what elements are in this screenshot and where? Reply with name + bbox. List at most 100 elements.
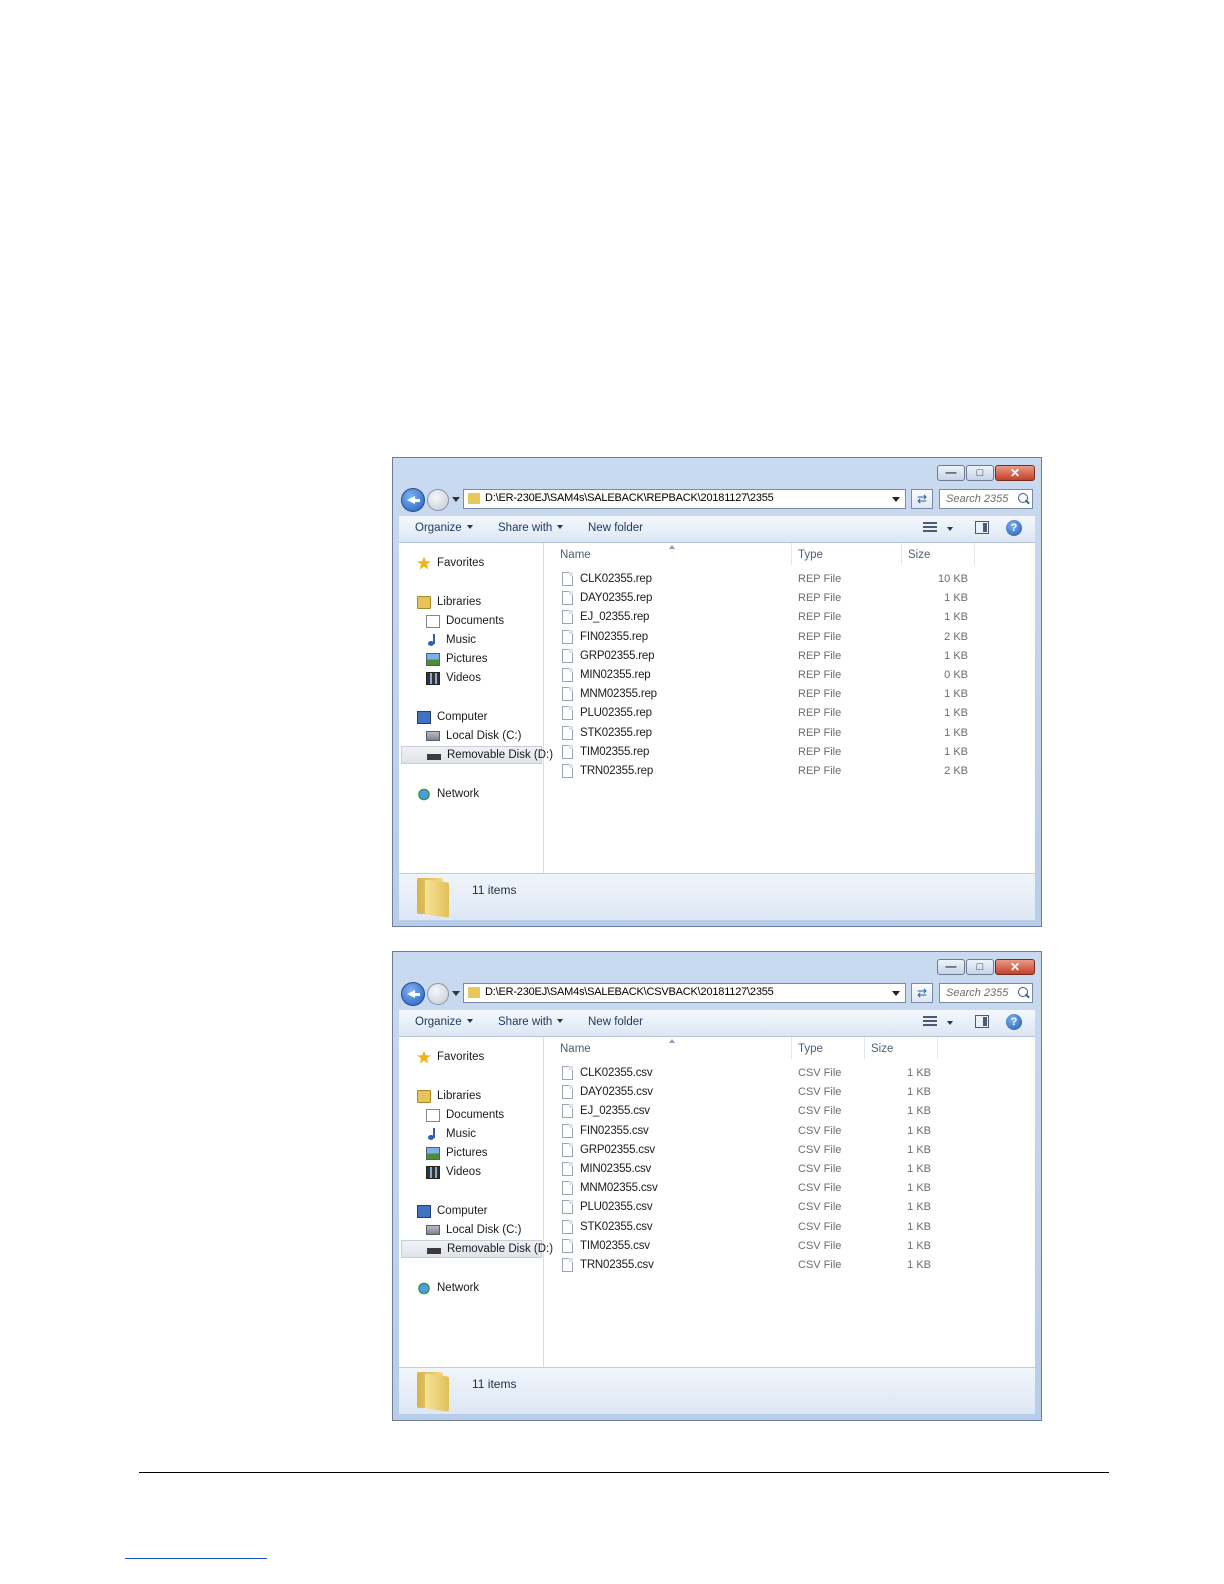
file-row[interactable]: FIN02355.rep REP File 2 KB bbox=[544, 628, 1035, 647]
change-view-icon[interactable] bbox=[923, 1016, 937, 1028]
file-icon bbox=[562, 668, 573, 682]
new-folder-button[interactable]: New folder bbox=[588, 1016, 643, 1028]
nav-computer[interactable]: Computer bbox=[417, 708, 488, 726]
address-bar[interactable]: D:\ER-230EJ\SAM4s\SALEBACK\REPBACK\20181… bbox=[463, 489, 906, 509]
file-row[interactable]: PLU02355.csv CSV File 1 KB bbox=[544, 1198, 1035, 1217]
column-divider[interactable] bbox=[937, 1037, 938, 1059]
nav-videos[interactable]: Videos bbox=[426, 669, 481, 687]
file-row[interactable]: EJ_02355.rep REP File 1 KB bbox=[544, 608, 1035, 627]
file-row[interactable]: CLK02355.csv CSV File 1 KB bbox=[544, 1064, 1035, 1083]
column-header-type[interactable]: Type bbox=[798, 1043, 823, 1055]
file-icon bbox=[562, 648, 573, 663]
details-pane: 11 items bbox=[399, 1368, 1035, 1414]
forward-button[interactable] bbox=[427, 489, 449, 511]
minimize-button[interactable]: — bbox=[937, 959, 965, 975]
nav-computer[interactable]: Computer bbox=[417, 1202, 488, 1220]
preview-pane-icon[interactable] bbox=[975, 1015, 989, 1028]
search-box[interactable]: Search 2355 bbox=[939, 489, 1033, 509]
file-row[interactable]: GRP02355.rep REP File 1 KB bbox=[544, 647, 1035, 666]
help-icon[interactable]: ? bbox=[1006, 520, 1022, 536]
share-with-label: Share with bbox=[498, 1016, 553, 1028]
file-row[interactable]: MIN02355.rep REP File 0 KB bbox=[544, 666, 1035, 685]
nav-favorites[interactable]: Favorites bbox=[417, 1048, 484, 1066]
nav-libraries[interactable]: Libraries bbox=[417, 593, 481, 611]
file-row[interactable]: PLU02355.rep REP File 1 KB bbox=[544, 704, 1035, 723]
recent-pages-dropdown-icon[interactable] bbox=[452, 497, 460, 502]
maximize-button[interactable]: □ bbox=[966, 959, 994, 975]
nav-libraries[interactable]: Libraries bbox=[417, 1087, 481, 1105]
file-row[interactable]: TIM02355.rep REP File 1 KB bbox=[544, 743, 1035, 762]
column-header-type[interactable]: Type bbox=[798, 549, 823, 561]
share-with-button[interactable]: Share with bbox=[498, 522, 564, 534]
view-dropdown-icon[interactable] bbox=[947, 1021, 953, 1025]
file-row[interactable]: STK02355.csv CSV File 1 KB bbox=[544, 1218, 1035, 1237]
recent-pages-dropdown-icon[interactable] bbox=[452, 991, 460, 996]
address-dropdown-icon[interactable] bbox=[892, 991, 900, 996]
nav-local-disk[interactable]: Local Disk (C:) bbox=[426, 1221, 521, 1239]
navigation-row: D:\ER-230EJ\SAM4s\SALEBACK\CSVBACK\20181… bbox=[399, 982, 1035, 1006]
back-button[interactable] bbox=[401, 488, 425, 512]
nav-documents[interactable]: Documents bbox=[426, 1106, 504, 1124]
preview-pane-icon[interactable] bbox=[975, 521, 989, 534]
file-row[interactable]: STK02355.rep REP File 1 KB bbox=[544, 724, 1035, 743]
nav-local-disk[interactable]: Local Disk (C:) bbox=[426, 727, 521, 745]
nav-removable-disk[interactable]: Removable Disk (D:) bbox=[401, 1240, 553, 1258]
maximize-button[interactable]: □ bbox=[966, 465, 994, 481]
file-row[interactable]: GRP02355.csv CSV File 1 KB bbox=[544, 1141, 1035, 1160]
nav-pictures[interactable]: Pictures bbox=[426, 1144, 488, 1162]
back-button[interactable] bbox=[401, 982, 425, 1006]
nav-documents[interactable]: Documents bbox=[426, 612, 504, 630]
file-row[interactable]: EJ_02355.csv CSV File 1 KB bbox=[544, 1102, 1035, 1121]
nav-network[interactable]: Network bbox=[417, 1279, 479, 1297]
refresh-button[interactable]: ⇄ bbox=[911, 983, 933, 1003]
address-dropdown-icon[interactable] bbox=[892, 497, 900, 502]
nav-removable-disk[interactable]: Removable Disk (D:) bbox=[401, 746, 553, 764]
organize-button[interactable]: Organize bbox=[415, 522, 473, 534]
search-box[interactable]: Search 2355 bbox=[939, 983, 1033, 1003]
nav-network[interactable]: Network bbox=[417, 785, 479, 803]
column-divider[interactable] bbox=[901, 543, 902, 565]
minimize-button[interactable]: — bbox=[937, 465, 965, 481]
close-button[interactable]: ✕ bbox=[995, 465, 1035, 481]
network-icon bbox=[417, 787, 431, 801]
address-path: D:\ER-230EJ\SAM4s\SALEBACK\CSVBACK\20181… bbox=[485, 986, 774, 998]
file-row[interactable]: FIN02355.csv CSV File 1 KB bbox=[544, 1122, 1035, 1141]
videos-icon bbox=[426, 1165, 440, 1179]
column-divider[interactable] bbox=[791, 543, 792, 565]
refresh-button[interactable]: ⇄ bbox=[911, 489, 933, 509]
nav-videos[interactable]: Videos bbox=[426, 1163, 481, 1181]
nav-label: Libraries bbox=[437, 1090, 482, 1102]
view-dropdown-icon[interactable] bbox=[947, 527, 953, 531]
new-folder-button[interactable]: New folder bbox=[588, 522, 643, 534]
file-row[interactable]: DAY02355.rep REP File 1 KB bbox=[544, 589, 1035, 608]
file-row[interactable]: MIN02355.csv CSV File 1 KB bbox=[544, 1160, 1035, 1179]
file-row[interactable]: TIM02355.csv CSV File 1 KB bbox=[544, 1237, 1035, 1256]
file-row[interactable]: TRN02355.rep REP File 2 KB bbox=[544, 762, 1035, 781]
file-row[interactable]: MNM02355.csv CSV File 1 KB bbox=[544, 1179, 1035, 1198]
file-row[interactable]: DAY02355.csv CSV File 1 KB bbox=[544, 1083, 1035, 1102]
change-view-icon[interactable] bbox=[923, 522, 937, 534]
column-divider[interactable] bbox=[864, 1037, 865, 1059]
column-header-name[interactable]: Name bbox=[560, 549, 591, 561]
file-row[interactable]: TRN02355.csv CSV File 1 KB bbox=[544, 1256, 1035, 1275]
column-divider[interactable] bbox=[974, 543, 975, 565]
column-header-size[interactable]: Size bbox=[908, 549, 930, 561]
nav-pictures[interactable]: Pictures bbox=[426, 650, 488, 668]
forward-button[interactable] bbox=[427, 983, 449, 1005]
share-with-button[interactable]: Share with bbox=[498, 1016, 564, 1028]
address-bar[interactable]: D:\ER-230EJ\SAM4s\SALEBACK\CSVBACK\20181… bbox=[463, 983, 906, 1003]
help-icon[interactable]: ? bbox=[1006, 1014, 1022, 1030]
file-row[interactable]: MNM02355.rep REP File 1 KB bbox=[544, 685, 1035, 704]
file-row[interactable]: CLK02355.rep REP File 10 KB bbox=[544, 570, 1035, 589]
column-header-name[interactable]: Name bbox=[560, 1043, 591, 1055]
nav-music[interactable]: Music bbox=[426, 1125, 476, 1143]
nav-favorites[interactable]: Favorites bbox=[417, 554, 484, 572]
file-icon bbox=[562, 1085, 573, 1100]
nav-label: Local Disk (C:) bbox=[446, 730, 522, 742]
column-header-size[interactable]: Size bbox=[871, 1043, 893, 1055]
organize-button[interactable]: Organize bbox=[415, 1016, 473, 1028]
nav-music[interactable]: Music bbox=[426, 631, 476, 649]
close-button[interactable]: ✕ bbox=[995, 959, 1035, 975]
column-divider[interactable] bbox=[791, 1037, 792, 1059]
file-size: 1 KB bbox=[907, 1124, 931, 1137]
